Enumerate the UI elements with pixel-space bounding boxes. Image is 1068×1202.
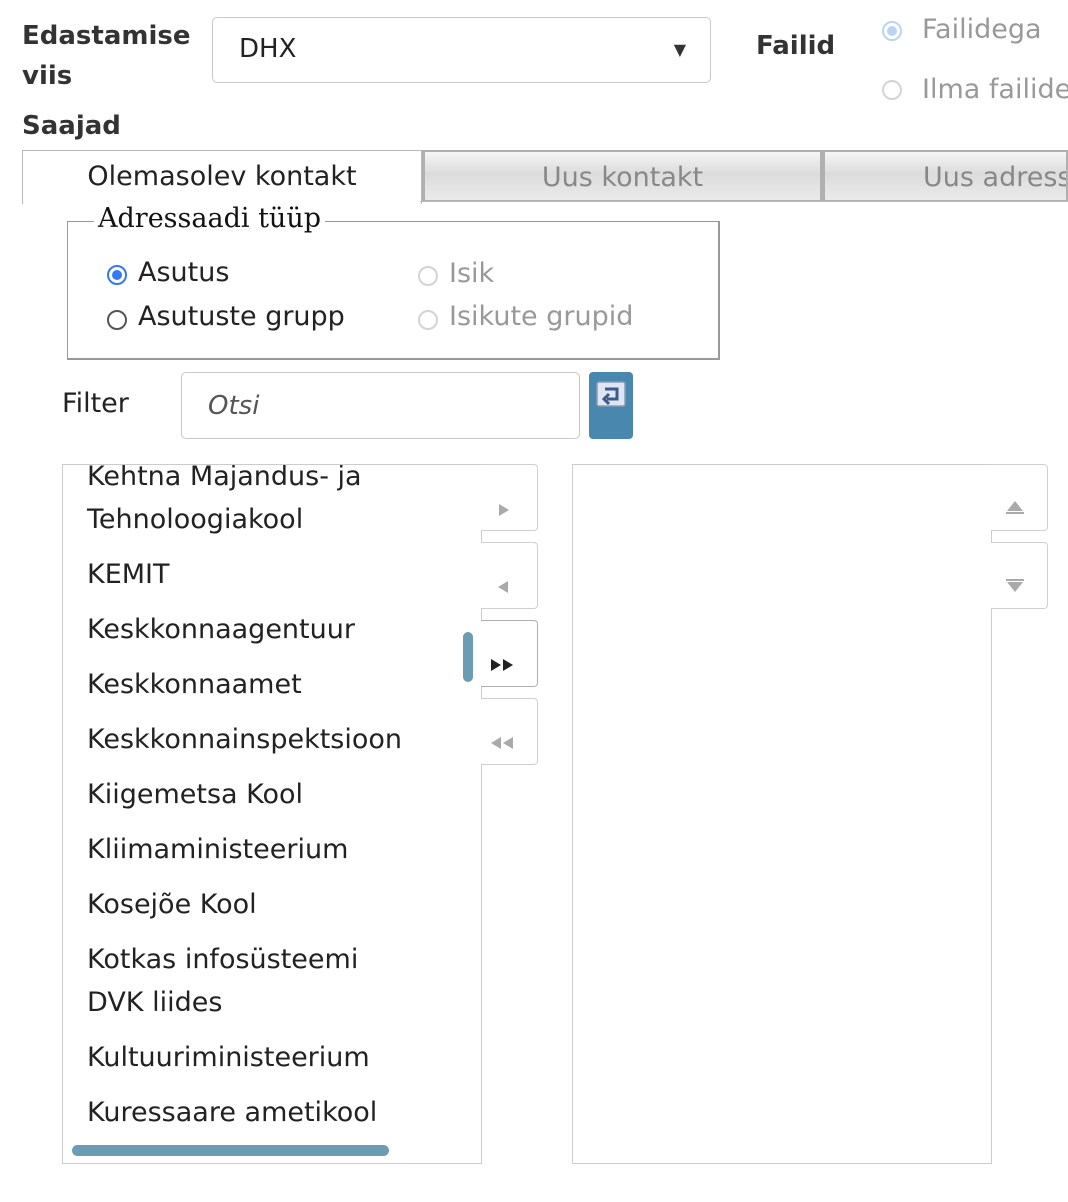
addressee-option-asutuste-grupp[interactable]: Asutuste grupp (105, 300, 405, 340)
list-item-text: Kultuuriministeerium (87, 1042, 370, 1073)
list-item-text: Kiigemetsa Kool (87, 779, 304, 810)
list-item[interactable]: Kotkas infosüsteemi DVK liides (87, 938, 358, 1024)
list-item-text: Kehtna Majandus- ja (87, 464, 362, 492)
list-item-text: Kotkas infosüsteemi (87, 944, 359, 975)
files-with-radio[interactable] (882, 21, 902, 41)
delivery-method-label: Edastamise viis (22, 16, 190, 96)
list-item-text: Keskkonnainspektsioon (87, 724, 403, 755)
isikute-grupid-label: Isikute grupid (449, 301, 634, 332)
list-item[interactable]: Kultuuriministeerium (87, 1036, 370, 1079)
filter-reset-button[interactable] (589, 372, 633, 439)
list-item[interactable]: Kiigemetsa Kool (87, 773, 303, 816)
isikute-grupid-radio[interactable] (418, 310, 438, 330)
list-item[interactable]: KEMIT (87, 553, 170, 596)
files-without-label: Ilma failide (922, 74, 1068, 105)
recipients-label: Saajad (22, 111, 121, 141)
undo-icon (596, 381, 626, 407)
selected-list[interactable] (572, 464, 992, 1164)
list-item-text: Keskkonnaamet (87, 669, 302, 700)
files-option-without-files[interactable]: Ilma failide (880, 72, 1068, 112)
move-all-right-button[interactable] (481, 620, 538, 687)
filter-search-input[interactable] (181, 372, 580, 439)
list-item-text: Kliimaministeerium (87, 834, 349, 865)
list-item-text: DVK liides (87, 987, 223, 1018)
addressee-option-asutus[interactable]: Asutus (105, 256, 365, 296)
tab-existing-contact[interactable]: Olemasolev kontakt (22, 150, 422, 204)
files-with-label: Failidega (922, 14, 1042, 45)
list-item[interactable]: Keskkonnainspektsioon (87, 718, 402, 761)
addressee-type-legend: Adressaadi tüüp (94, 203, 325, 234)
list-item[interactable]: Keskkonnaamet (87, 663, 302, 706)
list-item[interactable]: Kosejõe Kool (87, 883, 257, 926)
isik-radio[interactable] (418, 266, 438, 286)
list-item-text: Tehnoloogiakool (87, 504, 304, 535)
move-left-button[interactable] (481, 542, 538, 609)
delivery-method-value: DHX (239, 34, 297, 64)
addressee-option-isik[interactable]: Isik (416, 256, 676, 296)
files-without-radio[interactable] (882, 80, 902, 100)
available-list-horizontal-scrollbar[interactable] (72, 1145, 389, 1156)
double-triangle-left-icon (491, 737, 513, 749)
list-item[interactable]: Keskkonnaagentuur (87, 608, 355, 651)
asutuste-grupp-radio[interactable] (107, 310, 127, 330)
chevron-down-icon: ▼ (673, 40, 686, 59)
list-item[interactable]: Kliimaministeerium (87, 828, 348, 871)
list-item-text: Kosejõe Kool (87, 889, 257, 920)
triangle-up-icon (1006, 501, 1024, 514)
tab-new-contact[interactable]: Uus kontakt (422, 150, 822, 202)
delivery-label-line2: viis (22, 61, 73, 91)
files-label: Failid (756, 31, 836, 61)
double-triangle-right-icon (491, 659, 513, 671)
triangle-down-icon (1006, 579, 1024, 592)
move-right-button[interactable] (481, 464, 538, 531)
tab-new-address-label: Uus adress (923, 162, 1068, 193)
list-item-text: Keskkonnaagentuur (87, 614, 355, 645)
triangle-left-icon (498, 581, 508, 593)
list-item[interactable]: Kuressaare ametikool (87, 1091, 377, 1134)
triangle-right-icon (499, 504, 509, 516)
addressee-option-isikute-grupid[interactable]: Isikute grupid (416, 300, 716, 340)
files-option-with-files[interactable]: Failidega (880, 12, 1068, 52)
asutuste-grupp-label: Asutuste grupp (138, 301, 345, 332)
available-list[interactable]: Kehtna Majandus- ja Tehnoloogiakool KEMIT K… (62, 464, 482, 1164)
move-up-button[interactable] (991, 464, 1048, 531)
asutus-radio[interactable] (107, 265, 127, 285)
list-item-text: Kuressaare ametikool (87, 1097, 378, 1128)
tab-new-address[interactable]: Uus adress (822, 150, 1068, 202)
isik-label: Isik (449, 258, 495, 289)
tab-divider (420, 201, 1068, 202)
available-list-vertical-scrollbar[interactable] (463, 632, 473, 682)
delivery-label-line1: Edastamise (22, 21, 191, 51)
move-all-left-button[interactable] (481, 698, 538, 765)
list-item[interactable]: Kehtna Majandus- ja Tehnoloogiakool (87, 464, 362, 541)
move-down-button[interactable] (991, 542, 1048, 609)
delivery-method-select[interactable]: DHX ▼ (212, 17, 711, 83)
asutus-label: Asutus (138, 257, 230, 288)
filter-label: Filter (62, 388, 129, 419)
list-item-text: KEMIT (87, 559, 170, 590)
